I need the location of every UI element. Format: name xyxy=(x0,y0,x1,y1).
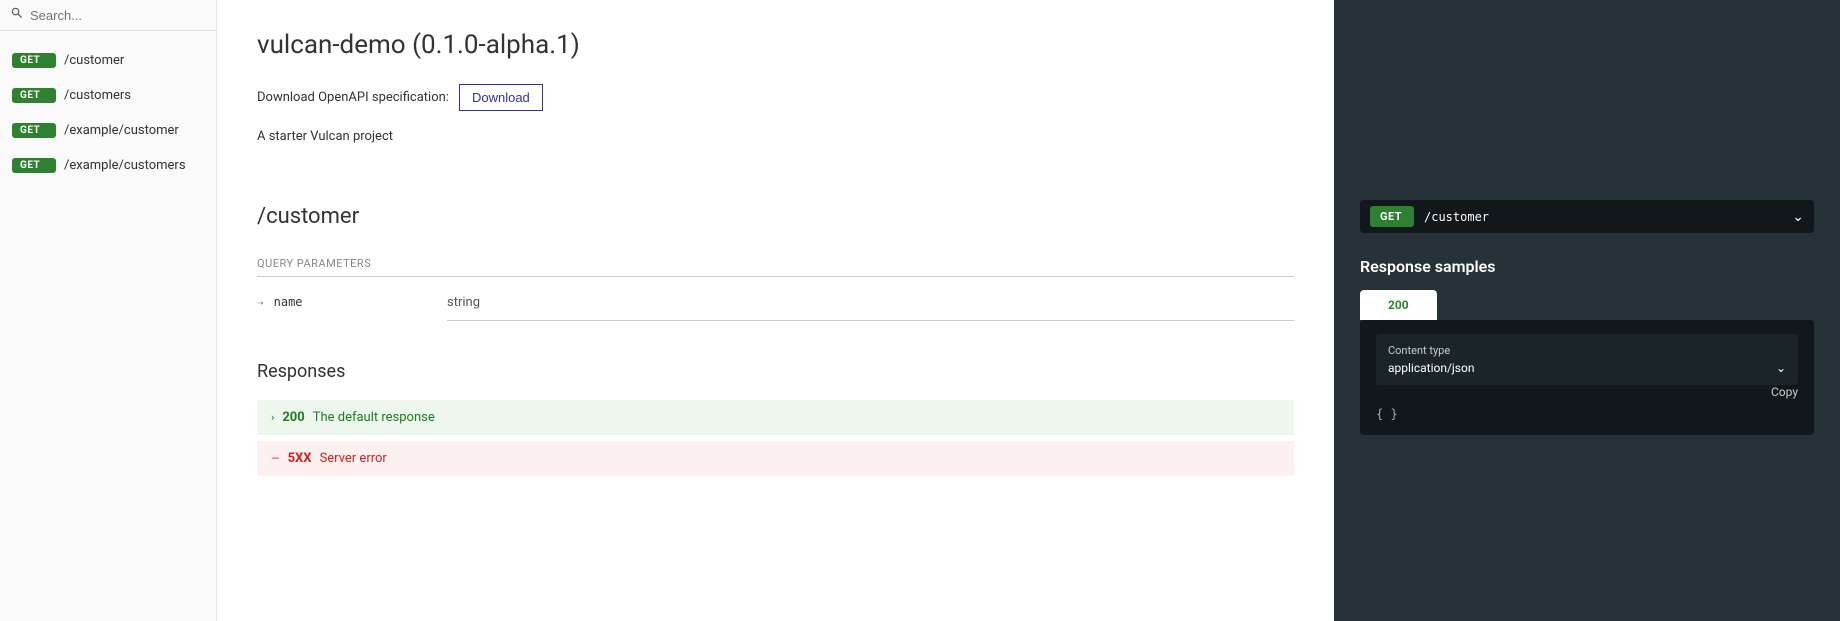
sidebar-item-label: /customer xyxy=(64,53,124,68)
param-type: string xyxy=(447,295,1294,321)
samples-panel: GET /customer ⌄ Response samples 200 Con… xyxy=(1334,0,1840,621)
chevron-down-icon: ⌄ xyxy=(1776,361,1786,375)
main-content: vulcan-demo (0.1.0-alpha.1) Download Ope… xyxy=(217,0,1334,621)
content-type-label: Content type xyxy=(1388,344,1786,357)
chevron-down-icon: ⌄ xyxy=(1792,209,1804,225)
method-badge: GET xyxy=(1370,206,1414,227)
param-row: ⇢ name string xyxy=(257,295,1294,321)
sidebar-item-label: /example/customers xyxy=(64,158,186,173)
sidebar-item-customer[interactable]: GET /customer xyxy=(0,43,216,78)
responses-heading: Responses xyxy=(257,361,1294,382)
endpoint-bar[interactable]: GET /customer ⌄ xyxy=(1360,200,1814,233)
response-samples-heading: Response samples xyxy=(1360,257,1814,276)
spec-row: Download OpenAPI specification: Download xyxy=(257,84,1294,111)
content-type-value: application/json xyxy=(1388,361,1474,375)
chevron-right-icon: › xyxy=(271,411,274,424)
sidebar-item-example-customers[interactable]: GET /example/customers xyxy=(0,148,216,183)
sidebar-item-customers[interactable]: GET /customers xyxy=(0,78,216,113)
param-arrow-icon: ⇢ xyxy=(257,296,264,309)
query-params-label: QUERY PARAMETERS xyxy=(257,257,1294,277)
search-container xyxy=(0,0,216,31)
response-desc: The default response xyxy=(313,410,435,425)
param-name-cell: ⇢ name xyxy=(257,295,427,309)
tab-200[interactable]: 200 xyxy=(1360,290,1437,320)
sidebar: GET /customer GET /customers GET /exampl… xyxy=(0,0,217,621)
response-desc: Server error xyxy=(320,451,387,466)
response-5xx[interactable]: — 5XX Server error xyxy=(257,441,1294,476)
sidebar-item-example-customer[interactable]: GET /example/customer xyxy=(0,113,216,148)
dash-icon: — xyxy=(271,452,280,465)
method-badge: GET xyxy=(12,53,56,68)
json-body: { } xyxy=(1376,407,1798,421)
response-code: 200 xyxy=(282,410,304,425)
nav-list: GET /customer GET /customers GET /exampl… xyxy=(0,31,216,183)
sample-box: Content type application/json ⌄ Copy { } xyxy=(1360,320,1814,435)
endpoint-path: /customer xyxy=(1424,210,1782,224)
method-badge: GET xyxy=(12,123,56,138)
project-description: A starter Vulcan project xyxy=(257,129,1294,144)
method-badge: GET xyxy=(12,158,56,173)
search-icon xyxy=(10,6,24,24)
param-name: name xyxy=(274,295,303,309)
sidebar-item-label: /example/customer xyxy=(64,123,179,138)
sidebar-item-label: /customers xyxy=(64,88,131,103)
endpoint-title: /customer xyxy=(257,204,1294,229)
download-button[interactable]: Download xyxy=(459,84,543,111)
response-200[interactable]: › 200 The default response xyxy=(257,400,1294,435)
search-input[interactable] xyxy=(30,8,206,23)
spec-label: Download OpenAPI specification: xyxy=(257,90,449,105)
method-badge: GET xyxy=(12,88,56,103)
content-type-selector[interactable]: Content type application/json ⌄ xyxy=(1376,334,1798,385)
page-title: vulcan-demo (0.1.0-alpha.1) xyxy=(257,30,1294,60)
response-code: 5XX xyxy=(288,451,312,466)
copy-button[interactable]: Copy xyxy=(1376,385,1798,399)
